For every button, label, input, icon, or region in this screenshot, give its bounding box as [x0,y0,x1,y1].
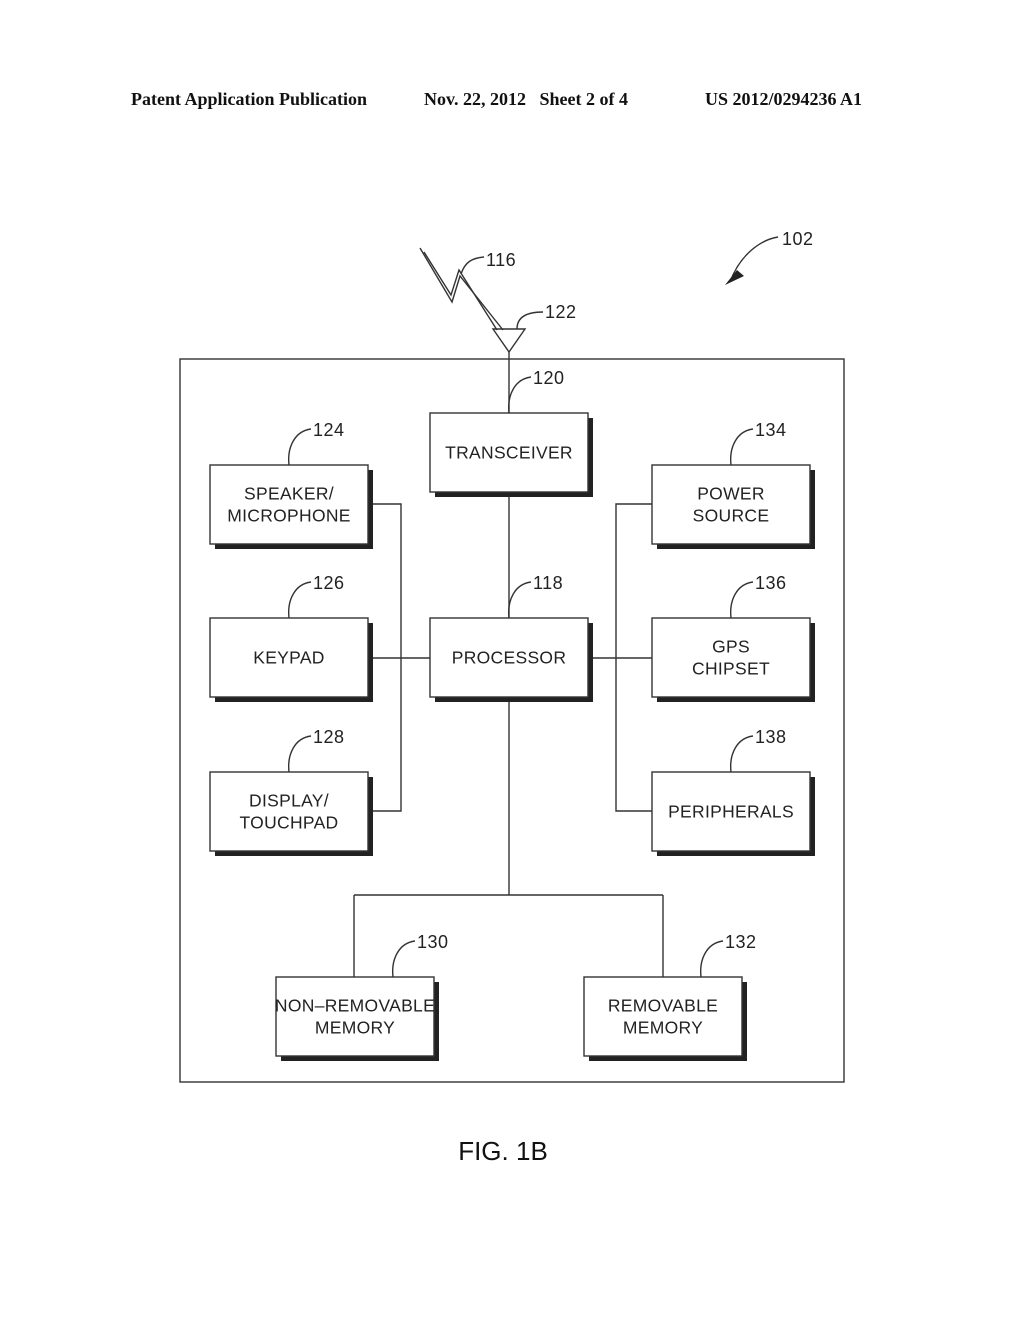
removable-label: MEMORY [623,1018,703,1038]
display-ref-leader [288,735,312,773]
display-block-box [209,771,369,852]
gps-block: GPSCHIPSET 136 [651,573,815,702]
display-ref: 128 [313,727,345,747]
removable-ref-leader [700,940,724,978]
processor-label: PROCESSOR [452,648,567,668]
display-block: DISPLAY/TOUCHPAD 128 [209,727,373,856]
transceiver-ref-leader [508,376,532,414]
device-ref: 102 [782,229,814,249]
processor-ref-leader [508,581,532,619]
block-diagram: 102 116 122 TRANSCEIVER 120 SPEAKER/MICROP… [179,229,845,1166]
removable-block-box [583,976,743,1057]
peripherals-ref: 138 [755,727,787,747]
display-label: DISPLAY/ [249,791,329,811]
nonremovable-label: MEMORY [315,1018,395,1038]
peripherals-block: PERIPHERALS 138 [651,727,815,856]
power-ref: 134 [755,420,787,440]
keypad-ref-leader [288,581,312,619]
nonremovable-block: NON–REMOVABLEMEMORY 130 [275,932,449,1061]
power-block-box [651,464,811,545]
power-ref-leader [730,428,754,466]
nonremovable-label: NON–REMOVABLE [275,996,435,1016]
antenna-ref-leader [516,311,544,330]
power-block: POWERSOURCE 134 [651,420,815,549]
speaker-label: SPEAKER/ [244,484,334,504]
transceiver-ref: 120 [533,368,565,388]
signal-ref: 116 [486,250,516,270]
signal-ref-leader [460,256,485,275]
nonremovable-ref-leader [392,940,416,978]
transceiver-block: TRANSCEIVER 120 [429,368,593,497]
removable-ref: 132 [725,932,757,952]
speaker-block-box [209,464,369,545]
removable-block: REMOVABLEMEMORY 132 [583,932,757,1061]
figure-caption: FIG. 1B [458,1136,548,1166]
transceiver-label: TRANSCEIVER [445,443,573,463]
gps-block-box [651,617,811,698]
speaker-label: MICROPHONE [227,506,351,526]
speaker-block: SPEAKER/MICROPHONE 124 [209,420,373,549]
speaker-ref-leader [288,428,312,466]
gps-label: CHIPSET [692,659,770,679]
peripherals-label: PERIPHERALS [668,802,794,822]
gps-label: GPS [712,637,750,657]
antenna-icon [491,328,527,354]
antenna-ref: 122 [545,302,577,322]
nonremovable-block-box [275,976,435,1057]
gps-ref-leader [730,581,754,619]
processor-ref: 118 [533,573,563,593]
keypad-block: KEYPAD 126 [209,573,373,702]
nonremovable-ref: 130 [417,932,449,952]
power-label: POWER [697,484,765,504]
display-label: TOUCHPAD [240,813,339,833]
peripherals-ref-leader [730,735,754,773]
removable-label: REMOVABLE [608,996,718,1016]
processor-block: PROCESSOR 118 [429,573,593,702]
keypad-label: KEYPAD [253,648,325,668]
keypad-ref: 126 [313,573,345,593]
speaker-ref: 124 [313,420,345,440]
gps-ref: 136 [755,573,787,593]
power-label: SOURCE [693,506,770,526]
